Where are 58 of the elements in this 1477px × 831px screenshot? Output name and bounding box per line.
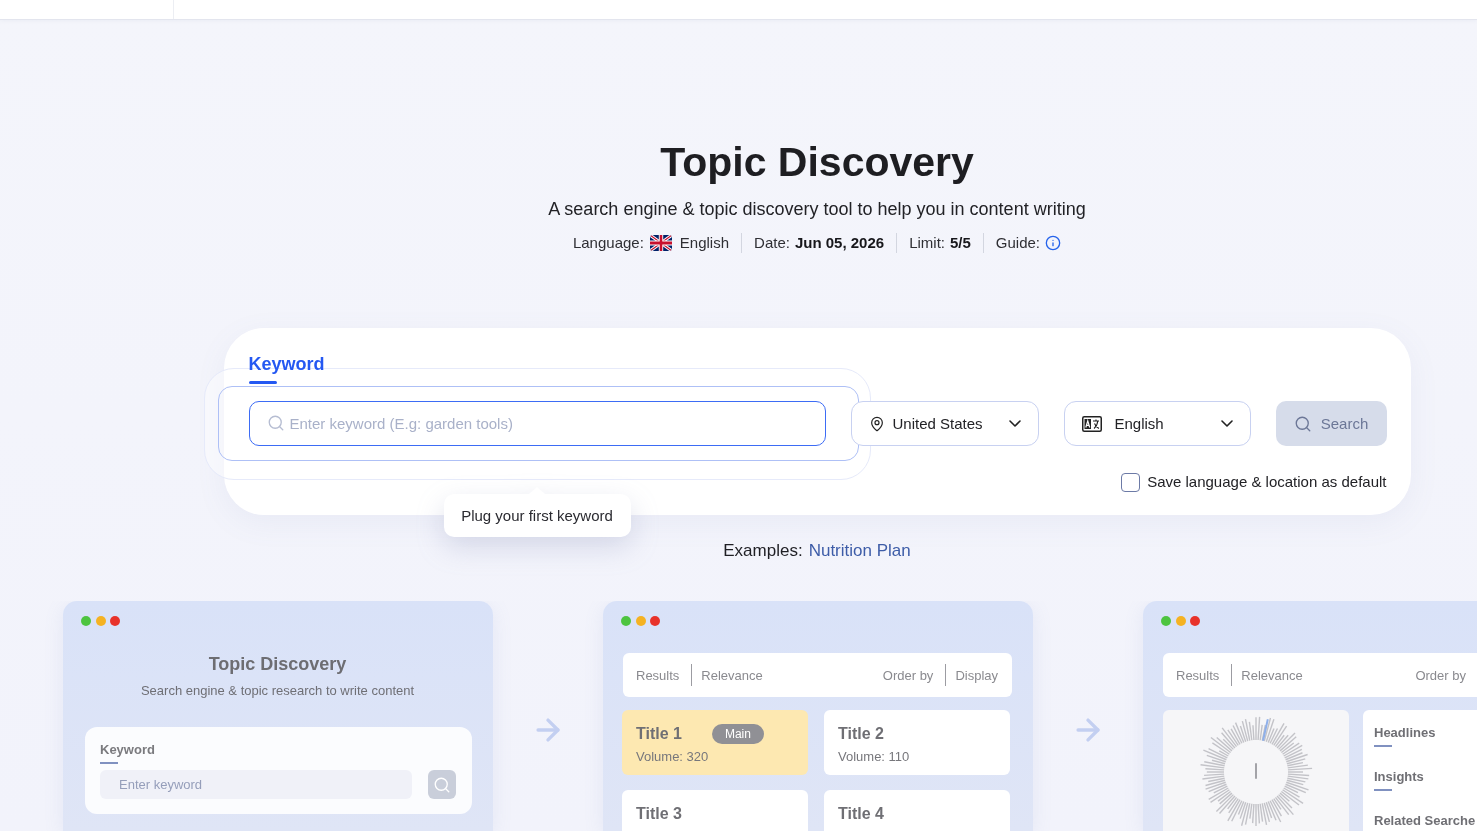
window-dot-icon — [81, 616, 91, 626]
window-dot-icon — [1161, 616, 1171, 626]
tile-title: Title 1 — [636, 724, 682, 744]
tile-volume: Volume: 320 — [636, 749, 710, 765]
examples-label: Examples: — [723, 540, 803, 562]
keyword-input[interactable]: Enter keyword (E.g: garden tools) — [248, 401, 826, 446]
location-select[interactable]: United States — [850, 401, 1039, 446]
meta-value: English — [679, 233, 730, 253]
preview-field-label: Keyword — [100, 742, 156, 758]
tile-volume: Volume: 110 — [838, 749, 911, 765]
tile-title: Title 4 — [838, 804, 884, 824]
toolbar-label: Order by — [882, 667, 934, 683]
section-title: Insights — [1374, 769, 1425, 785]
window-dot-icon — [1190, 616, 1200, 626]
page-title: Topic Discovery — [660, 138, 974, 186]
map-pin-icon — [868, 415, 885, 432]
window-dot-icon — [635, 616, 646, 626]
toolbar-label: Results — [1176, 667, 1220, 683]
example-link[interactable]: Nutrition Plan — [808, 540, 911, 562]
window-dot-icon — [95, 616, 106, 626]
toolbar-label: Relevance — [1241, 667, 1303, 683]
center-marker — [1255, 763, 1257, 779]
save-default-checkbox[interactable] — [1121, 472, 1141, 492]
chevron-down-icon — [1008, 420, 1021, 427]
toolbar-label: Order by — [1415, 667, 1466, 683]
search-icon — [266, 414, 285, 432]
section-title: Headlines — [1374, 725, 1437, 741]
flag-icon — [649, 235, 672, 251]
info-icon[interactable] — [1045, 235, 1062, 251]
toolbar-label: Results — [636, 667, 680, 683]
section-title: Related Searche — [1374, 813, 1477, 829]
language-select[interactable]: English — [1063, 401, 1251, 446]
window-dot-icon — [650, 616, 660, 626]
tile-title: Title 2 — [838, 724, 884, 744]
keyword-tab[interactable]: Keyword — [248, 353, 325, 384]
window-dot-icon — [110, 616, 120, 626]
meta-label: Guide: — [995, 233, 1041, 253]
meta-label: Language: — [572, 233, 644, 253]
meta-value: 5/5 — [950, 233, 971, 253]
toolbar-label: Relevance — [701, 667, 763, 683]
translate-icon — [1081, 415, 1102, 432]
preview-keyword-field: Enter keyword — [100, 770, 412, 799]
highlighted-radial-bar — [1262, 718, 1269, 742]
tile-title: Title 3 — [636, 804, 682, 824]
preview-title: Topic Discovery — [207, 653, 348, 675]
meta-value: Jun 05, 2026 — [794, 233, 885, 253]
meta-label: Date: — [754, 233, 790, 253]
preview-subtitle: Search engine & topic research to write content — [139, 683, 416, 699]
search-icon — [433, 775, 451, 794]
toolbar-label: Display — [955, 667, 998, 683]
window-dot-icon — [621, 616, 631, 626]
chevron-down-icon — [1220, 420, 1233, 427]
page-subtitle: A search engine & topic discovery tool to help you in content writing — [548, 198, 1086, 221]
checkbox-label[interactable]: Save language & location as default — [1147, 472, 1387, 492]
window-dot-icon — [1175, 616, 1186, 626]
meta-label: Limit: — [909, 233, 945, 253]
tile-badge: Main — [711, 724, 764, 744]
search-icon — [1293, 414, 1312, 433]
